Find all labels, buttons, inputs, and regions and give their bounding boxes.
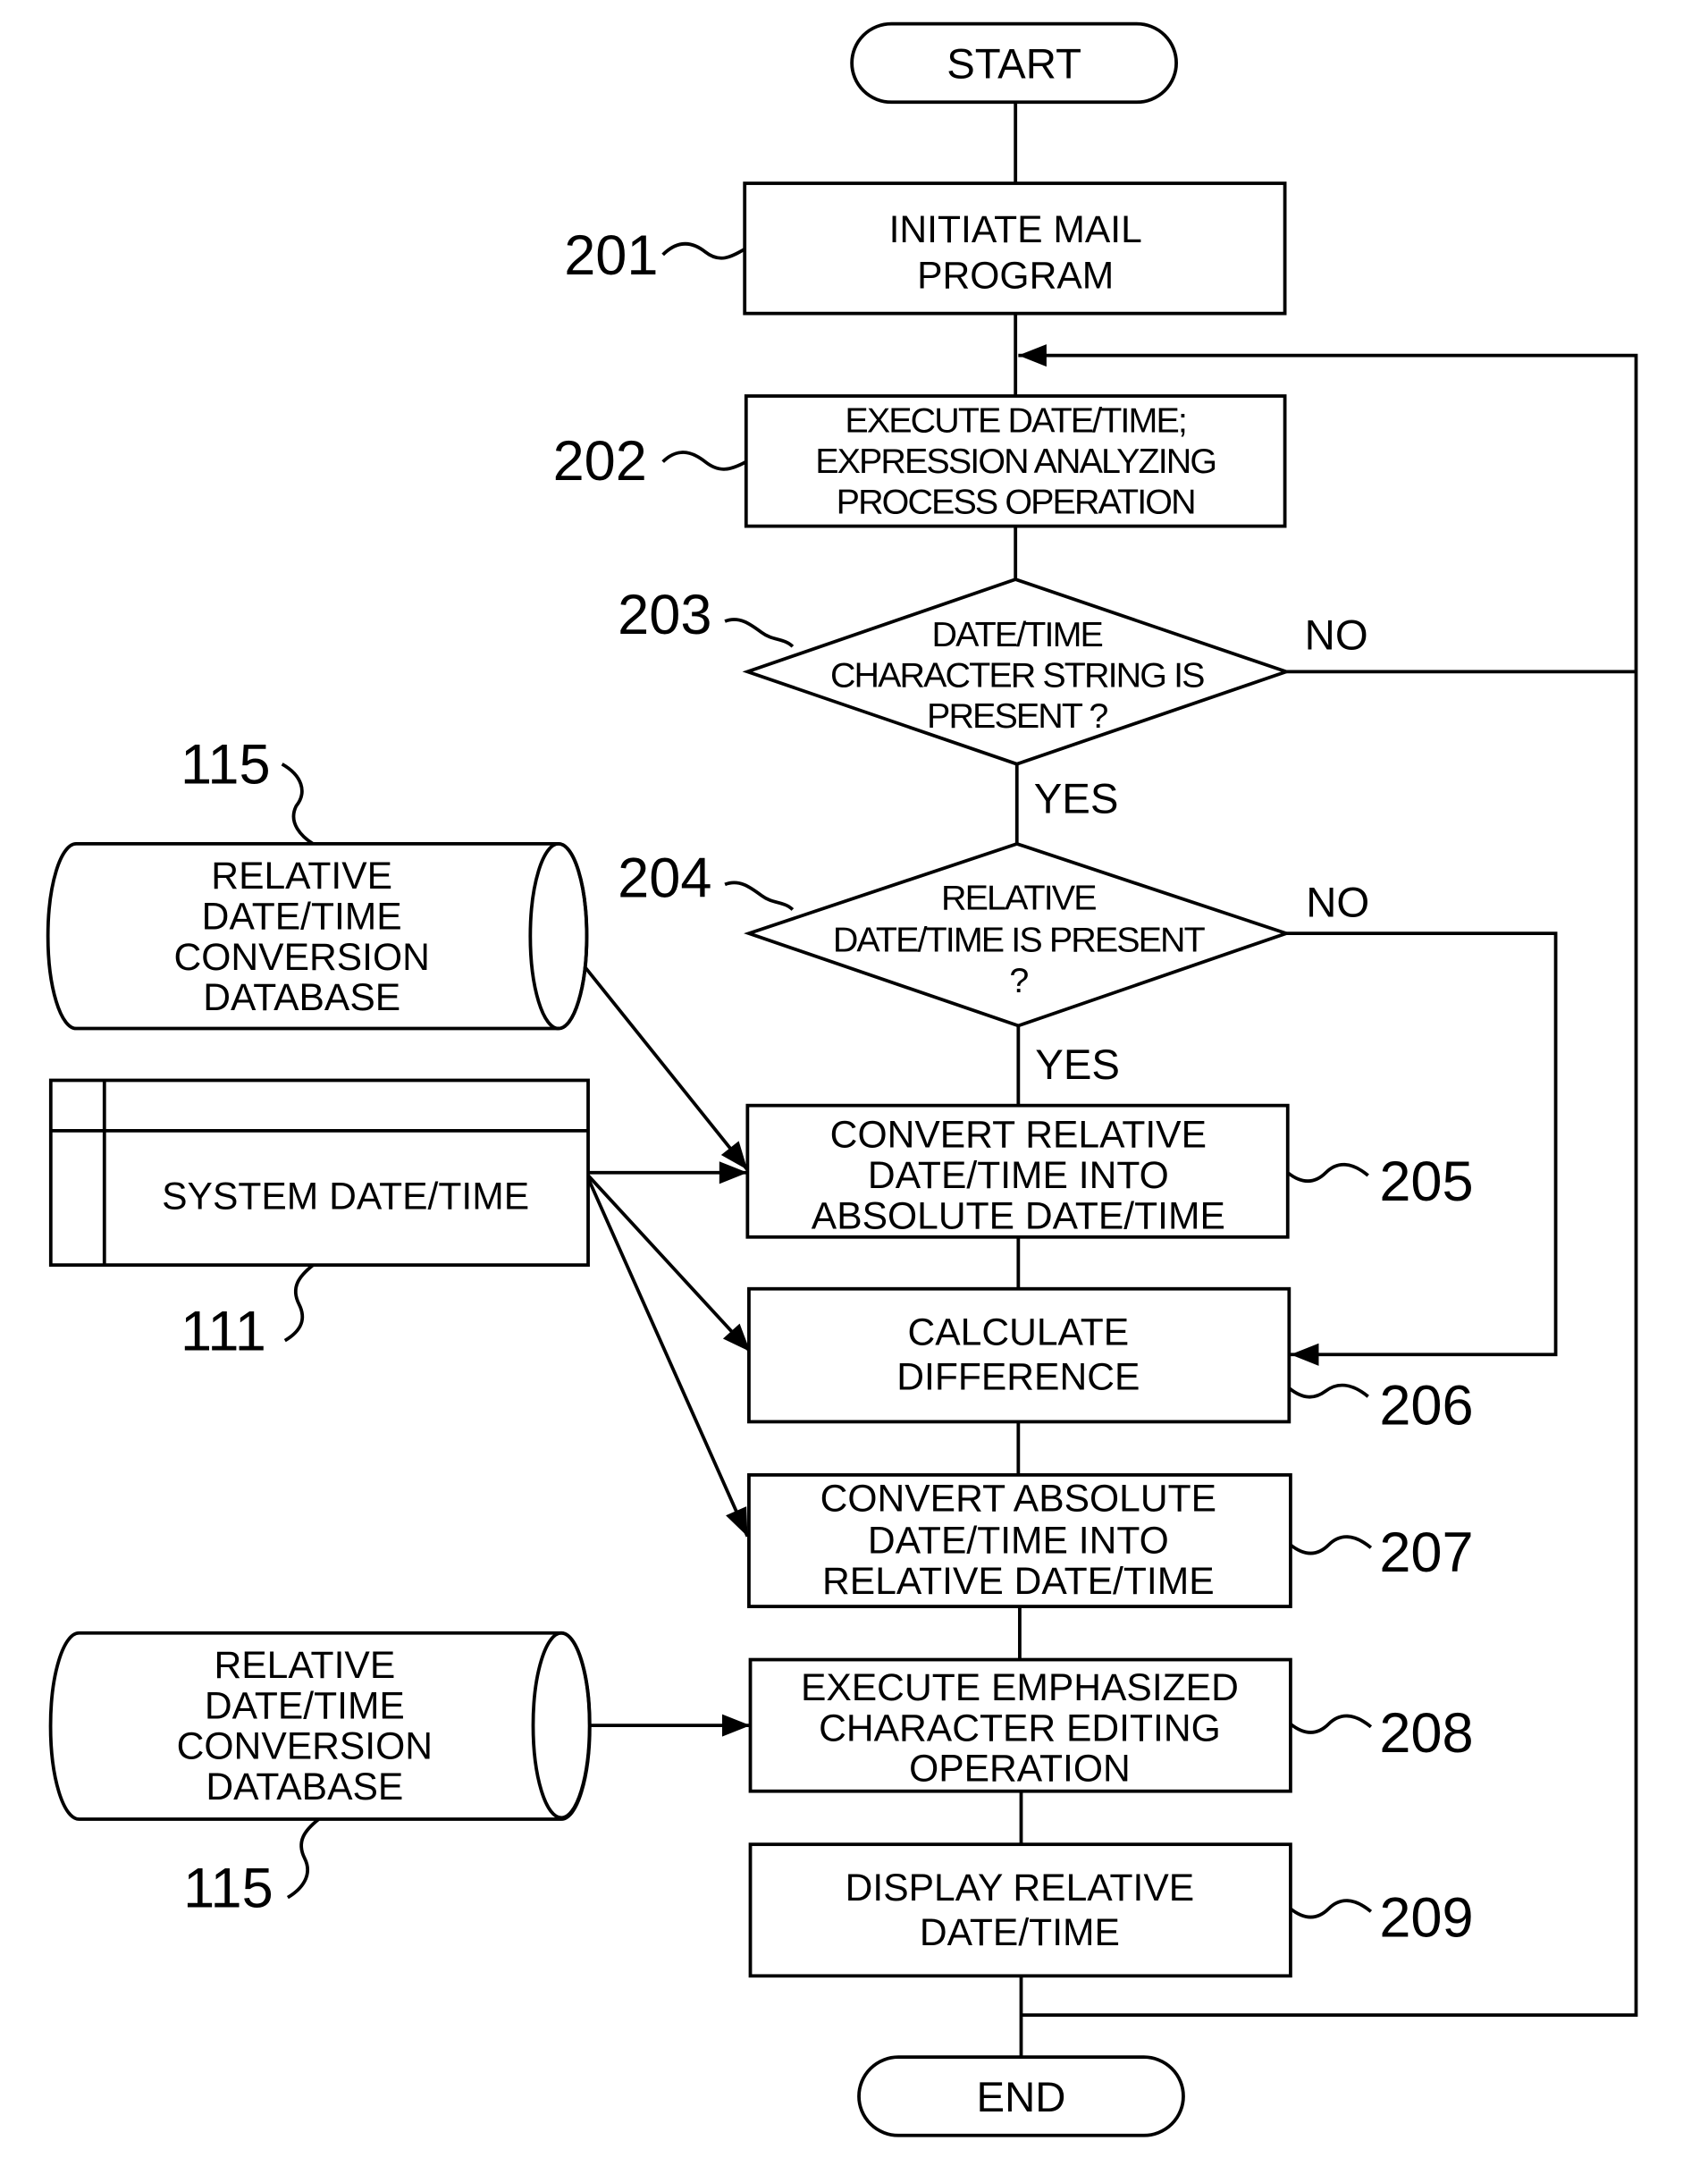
database-115-top: RELATIVE DATE/TIME CONVERSION DATABASE 1…: [46, 734, 589, 1031]
decision-204-line-1: RELATIVE: [941, 879, 1096, 918]
step-206: CALCULATE DIFFERENCE 206: [747, 1286, 1474, 1437]
start-terminal: START: [850, 21, 1178, 105]
leader-202: [661, 451, 747, 471]
edge-111-to-207: [586, 1177, 750, 1538]
step-202-line-2: EXPRESSION ANALYZING: [815, 442, 1216, 481]
ref-208: 208: [1379, 1702, 1473, 1765]
step-205-line-3: ABSOLUTE DATE/TIME: [812, 1195, 1225, 1237]
ref-205: 205: [1379, 1150, 1473, 1213]
database-115-bottom-line-1: RELATIVE: [214, 1644, 395, 1686]
database-115-bottom-line-3: CONVERSION: [177, 1725, 433, 1767]
database-115-bottom-line-4: DATABASE: [206, 1766, 403, 1808]
step-209-line-2: DATE/TIME: [920, 1911, 1120, 1953]
step-206-line-1: CALCULATE: [907, 1311, 1129, 1353]
step-207-line-2: DATE/TIME INTO: [868, 1520, 1169, 1562]
step-202-line-1: EXECUTE DATE/TIME;: [845, 401, 1186, 441]
step-207-line-1: CONVERT ABSOLUTE: [820, 1478, 1216, 1520]
start-label: START: [947, 40, 1081, 88]
decision-203: DATE/TIME CHARACTER STRING IS PRESENT ? …: [618, 577, 1368, 822]
step-201: INITIATE MAIL PROGRAM 201: [564, 181, 1287, 316]
ref-209: 209: [1379, 1887, 1473, 1950]
leader-209: [1289, 1899, 1373, 1919]
leader-204: [724, 881, 795, 911]
decision-204-line-2: DATE/TIME IS PRESENT: [833, 921, 1206, 960]
leader-111: [283, 1263, 315, 1343]
step-205-line-2: DATE/TIME INTO: [868, 1154, 1169, 1196]
leader-206: [1288, 1383, 1369, 1399]
leader-115-bottom: [286, 1817, 320, 1900]
database-115-top-line-2: DATE/TIME: [202, 896, 402, 938]
flowchart: START INITIATE MAIL PROGRAM 201 EXECUTE …: [46, 21, 1638, 2137]
step-209-line-1: DISPLAY RELATIVE: [846, 1867, 1195, 1909]
step-206-line-2: DIFFERENCE: [896, 1356, 1140, 1398]
decision-203-yes-label: YES: [1034, 775, 1119, 822]
edge-111-to-206: [586, 1174, 752, 1353]
leader-115-top: [281, 763, 315, 846]
step-202: EXECUTE DATE/TIME; EXPRESSION ANALYZING …: [553, 394, 1287, 528]
edge-204-no-to-206: [1286, 931, 1558, 1366]
step-207-line-3: RELATIVE DATE/TIME: [822, 1560, 1215, 1602]
step-208: EXECUTE EMPHASIZED CHARACTER EDITING OPE…: [748, 1657, 1474, 1793]
end-terminal: END: [857, 2055, 1185, 2137]
database-115-top-line-3: CONVERSION: [174, 936, 430, 978]
ref-206: 206: [1379, 1375, 1473, 1437]
step-208-line-1: EXECUTE EMPHASIZED: [801, 1666, 1239, 1708]
database-115-bottom-line-2: DATE/TIME: [205, 1684, 405, 1726]
decision-204-yes-label: YES: [1035, 1041, 1120, 1088]
step-208-line-3: OPERATION: [909, 1748, 1131, 1790]
step-208-line-2: CHARACTER EDITING: [819, 1707, 1221, 1749]
ref-203: 203: [618, 584, 711, 646]
decision-204-no-label: NO: [1306, 879, 1369, 926]
leader-201: [661, 241, 746, 260]
system-datetime-label: SYSTEM DATE/TIME: [162, 1176, 529, 1218]
step-209: DISPLAY RELATIVE DATE/TIME 209: [748, 1842, 1474, 1978]
decision-203-no-label: NO: [1305, 611, 1368, 659]
database-115-top-line-4: DATABASE: [203, 976, 400, 1018]
step-202-line-3: PROCESS OPERATION: [837, 483, 1195, 522]
ref-204: 204: [618, 847, 711, 910]
ref-115-bottom: 115: [183, 1858, 273, 1920]
decision-204-line-3: ?: [1009, 961, 1028, 1000]
ref-201: 201: [564, 224, 658, 287]
end-label: END: [977, 2073, 1066, 2120]
ref-115-top: 115: [181, 734, 271, 796]
step-205: CONVERT RELATIVE DATE/TIME INTO ABSOLUTE…: [745, 1103, 1474, 1239]
decision-203-line-2: CHARACTER STRING IS: [830, 656, 1204, 695]
step-201-line-2: PROGRAM: [917, 255, 1114, 297]
step-201-line-1: INITIATE MAIL: [889, 208, 1142, 250]
ref-111: 111: [181, 1301, 266, 1363]
step-207: CONVERT ABSOLUTE DATE/TIME INTO RELATIVE…: [747, 1473, 1474, 1608]
leader-208: [1289, 1714, 1373, 1734]
database-115-top-line-1: RELATIVE: [211, 855, 392, 897]
database-115-bottom: RELATIVE DATE/TIME CONVERSION DATABASE 1…: [48, 1631, 592, 1920]
leader-205: [1286, 1162, 1369, 1184]
system-datetime-111: SYSTEM DATE/TIME 111: [48, 1078, 590, 1363]
ref-207: 207: [1379, 1521, 1473, 1584]
decision-203-line-1: DATE/TIME: [932, 615, 1103, 654]
ref-202: 202: [553, 430, 647, 493]
leader-203: [724, 618, 795, 648]
decision-203-line-3: PRESENT ?: [927, 696, 1107, 736]
leader-207: [1289, 1535, 1373, 1555]
step-205-line-1: CONVERT RELATIVE: [830, 1114, 1207, 1156]
decision-204: RELATIVE DATE/TIME IS PRESENT ? 204 NO Y…: [618, 841, 1369, 1088]
